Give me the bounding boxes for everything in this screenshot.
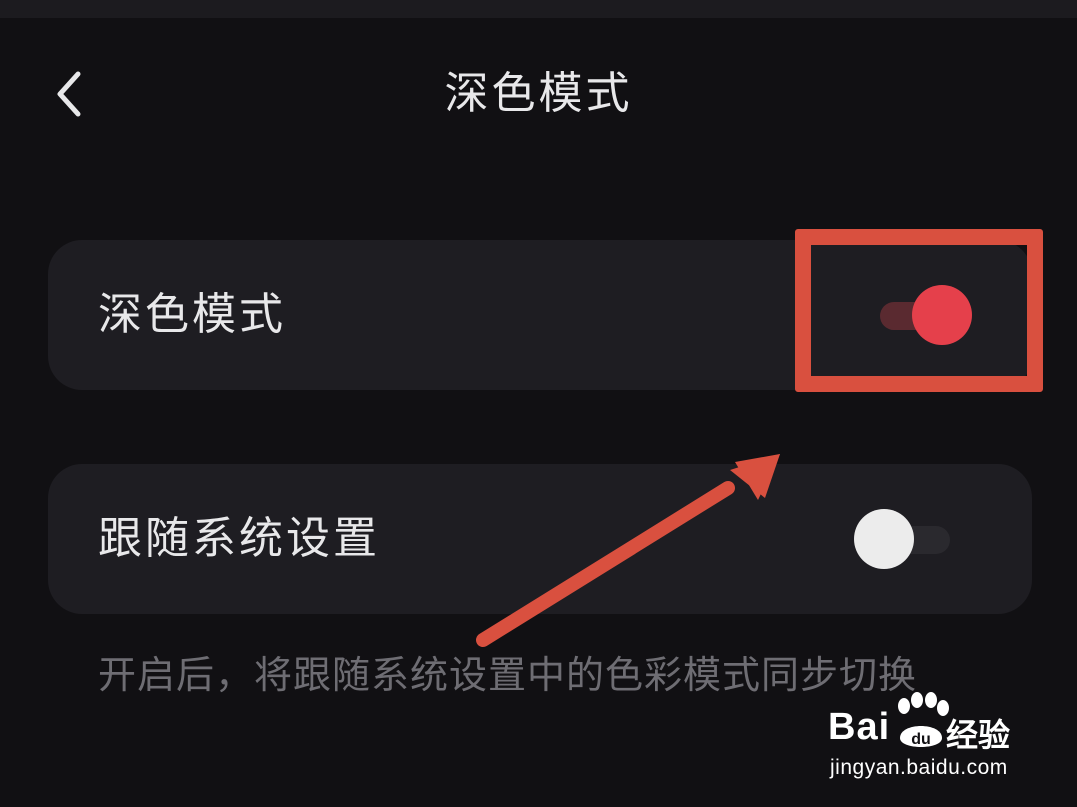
watermark-logo: Bai du 经验 xyxy=(828,690,1028,760)
watermark-suffix: 经验 xyxy=(946,716,1011,754)
annotation-arrow-icon xyxy=(476,454,780,647)
svg-text:du: du xyxy=(911,731,931,748)
paw-icon: du xyxy=(898,692,949,748)
baidu-jingyan-watermark: Bai du 经验 jingyan.baidu.com xyxy=(828,690,1028,790)
dark-mode-settings-screen: 深色模式 深色模式 跟随系统设置 开启后，将跟随系统设置中的色彩模式同步切换 B… xyxy=(0,0,1077,807)
watermark-url: jingyan.baidu.com xyxy=(830,756,1008,779)
watermark-brand: Bai xyxy=(828,706,891,748)
